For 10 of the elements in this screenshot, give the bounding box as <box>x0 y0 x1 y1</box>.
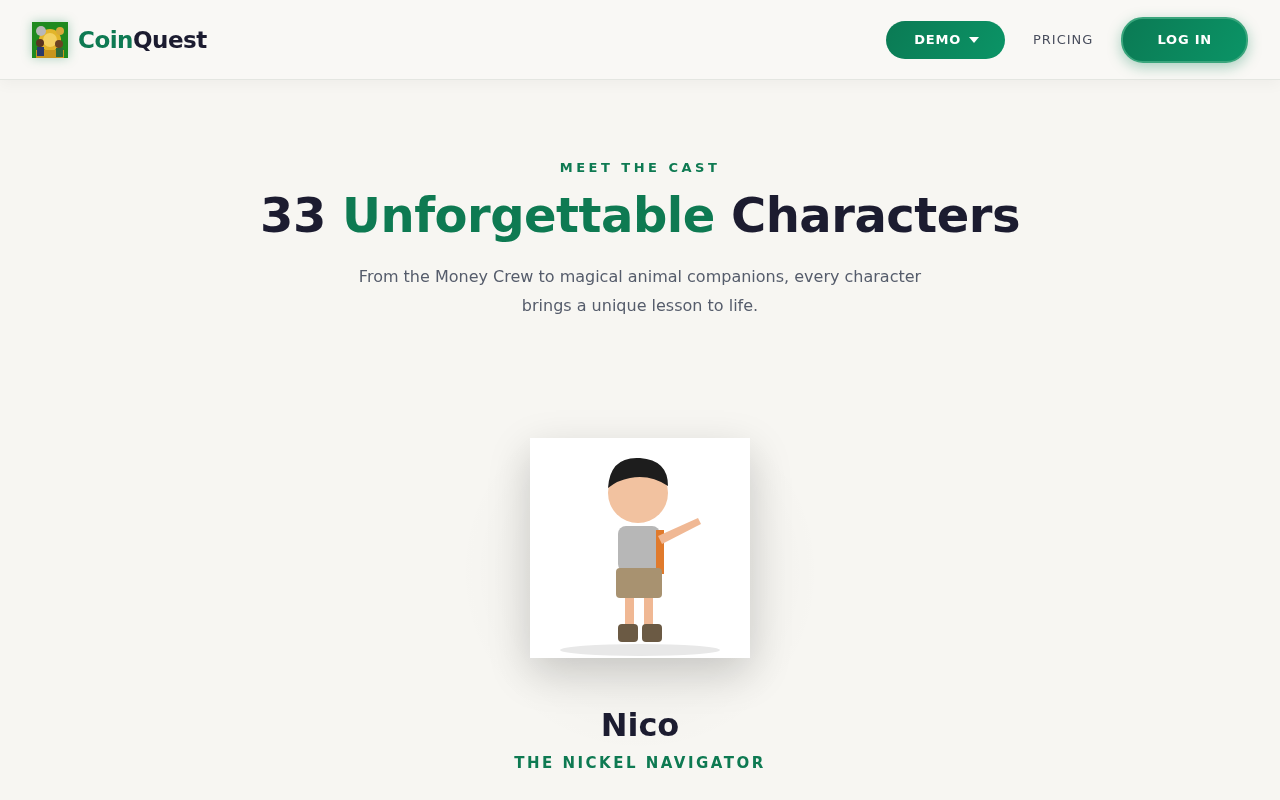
login-button[interactable]: LOG IN <box>1121 16 1248 63</box>
section-subtitle: From the Money Crew to magical animal companions, every character brings a unique lesson to life. <box>357 265 923 317</box>
caret-icon <box>969 36 979 43</box>
brand-name[interactable]: CoinQuest <box>78 26 207 53</box>
section-eyebrow: MEET THE CAST <box>559 160 721 175</box>
character-name: Nico <box>600 705 680 744</box>
character-role: THE NICKEL NAVIGATOR <box>514 753 766 772</box>
section-title: 33 Unforgettable Characters <box>260 189 1020 242</box>
pricing-link[interactable]: PRICING <box>1033 32 1094 47</box>
demo-menu-button[interactable]: DEMO <box>886 20 1005 59</box>
